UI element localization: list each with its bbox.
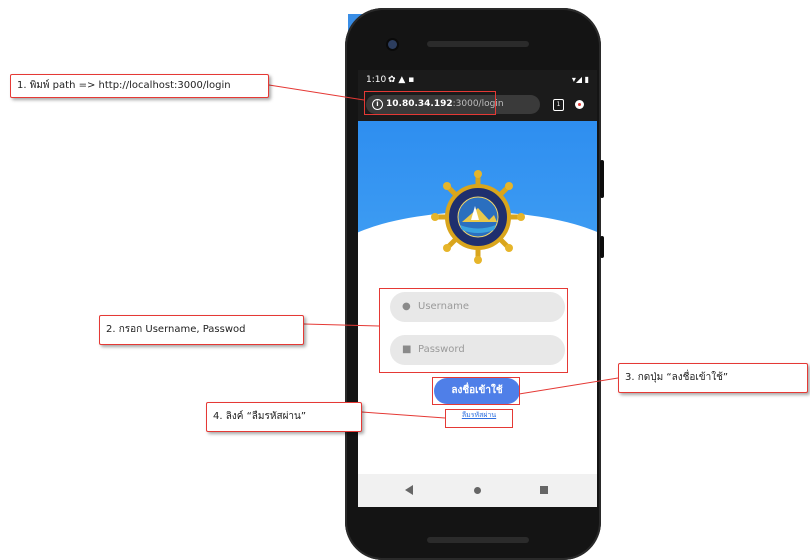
callout-step1: 1. พิมพ์ path => http://localhost:3000/l… [10,74,269,98]
callout-step2: 2. กรอก Username, Passwod [99,315,304,345]
callout-step3: 3. กดปุ่ม “ลงชื่อเข้าใช้” [618,363,808,393]
callout-step4: 4. ลิงค์ “ลืมรหัสผ่าน” [206,402,362,432]
